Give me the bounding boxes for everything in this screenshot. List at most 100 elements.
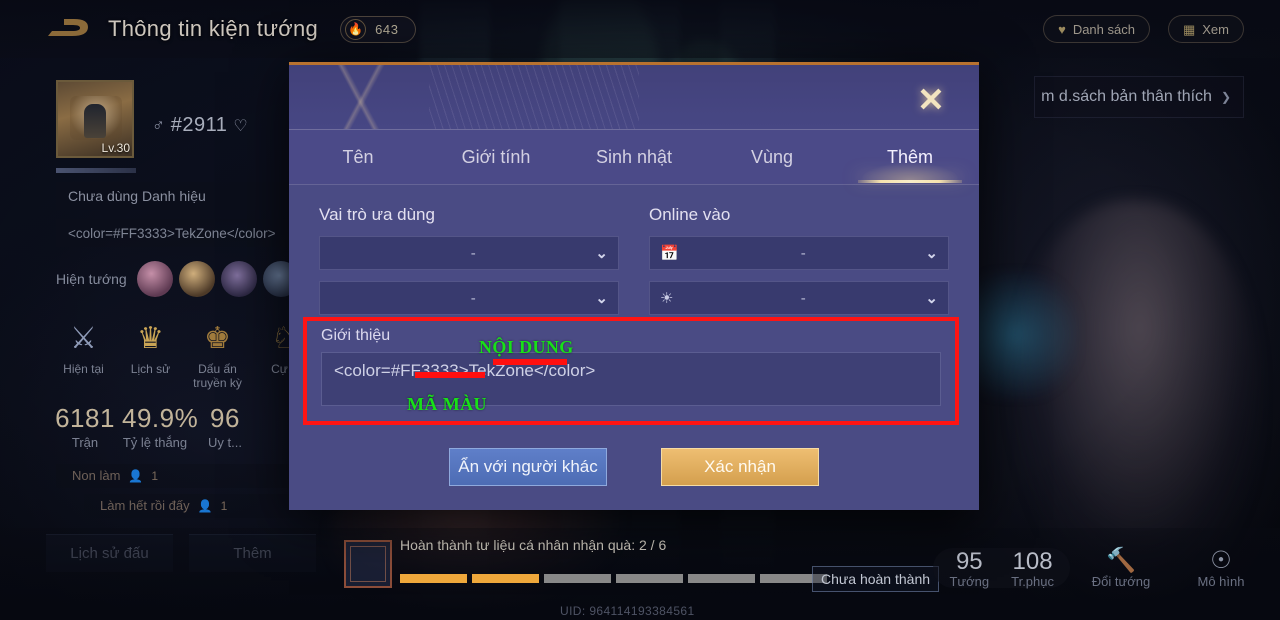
online-select-1[interactable]: 📅 - ⌄ — [649, 236, 949, 270]
role-column: Vai trò ưa dùng - ⌄ - ⌄ — [319, 205, 619, 326]
role-select-1-value: - — [470, 244, 477, 262]
avatar-level: Lv.30 — [101, 141, 130, 155]
stat-cell: 96 Uy t... — [192, 403, 258, 450]
stat-label: Uy t... — [208, 434, 242, 450]
fire-badge[interactable]: 🔥 643 — [340, 15, 416, 43]
top-bar: Thông tin kiện tướng 🔥 643 ♥ Danh sách ▦… — [0, 0, 1280, 58]
intro-highlight-box: Giới thiệu <color=#FF3333>TekZone</color… — [303, 317, 959, 425]
stat-cell: 49.9% Tỷ lệ thắng — [122, 403, 198, 450]
modal-tabs: Tên Giới tính Sinh nhật Vùng Thêm — [289, 130, 979, 184]
favorite-list-label: m d.sách bản thân thích — [1041, 88, 1212, 105]
role-select-2[interactable]: - ⌄ — [319, 281, 619, 315]
stat-cell: 6181 Trận — [52, 403, 118, 450]
bottom-right-icons: 🔨 Đổi tướng ☉ Mô hình — [1090, 546, 1252, 589]
rank-emblem-history-icon: ♛ — [137, 321, 164, 355]
intro-input[interactable]: <color=#FF3333>TekZone</color> — [321, 352, 941, 406]
tab-them[interactable]: Thêm — [841, 130, 979, 184]
uid-text: UID: 964114193384561 — [560, 604, 695, 618]
tab-label: Giới tính — [461, 146, 531, 167]
rank-cell[interactable]: ⚔ Hiện tại — [52, 315, 115, 391]
back-arrow-icon[interactable] — [42, 14, 94, 44]
calendar-icon: 📅 — [660, 245, 679, 262]
role-label: Vai trò ưa dùng — [319, 205, 435, 224]
progress-segment — [688, 574, 755, 583]
hero-avatar[interactable] — [220, 261, 257, 297]
model-button[interactable]: ☉ Mô hình — [1190, 546, 1252, 589]
list-button[interactable]: ♥ Danh sách — [1043, 15, 1150, 43]
bottom-stat-cell: 108 Tr.phục — [1011, 548, 1054, 589]
quest-progress-bar — [400, 574, 827, 583]
swap-hero-label: Đổi tướng — [1091, 574, 1151, 589]
note-row: Non làm 👤 1 — [56, 463, 300, 488]
model-icon: ☉ — [1210, 547, 1232, 574]
note-count: 1 — [220, 498, 228, 513]
person-icon: 👤 — [197, 498, 213, 513]
view-button[interactable]: ▦ Xem — [1167, 15, 1244, 43]
heart-icon: ♥ — [1058, 21, 1066, 37]
progress-segment — [616, 574, 683, 583]
chevron-down-icon: ⌄ — [595, 290, 608, 307]
tab-sinh-nhat[interactable]: Sinh nhật — [565, 130, 703, 184]
profile-edit-modal: ✕ Tên Giới tính Sinh nhật Vùng Thêm Vai … — [289, 62, 979, 510]
tab-gioi-tinh[interactable]: Giới tính — [427, 130, 565, 184]
tab-vung[interactable]: Vùng — [703, 130, 841, 184]
player-id-row: ♂ #2911 ♡ — [152, 114, 248, 137]
profile-stats-row: 6181 Trận 49.9% Tỷ lệ thắng 96 Uy t... — [52, 403, 316, 450]
top-bar-actions: ♥ Danh sách ▦ Xem — [1043, 15, 1244, 43]
form-grid: Vai trò ưa dùng - ⌄ - ⌄ Online vào 📅 - ⌄ — [319, 205, 949, 326]
quest-text: Hoàn thành tư liệu cá nhân nhận quà: 2 /… — [400, 537, 667, 553]
rank-label: Dấu ấn truyền kỳ — [193, 362, 242, 390]
avatar[interactable]: Lv.30 — [56, 80, 134, 158]
stat-label: Trận — [71, 434, 99, 450]
rank-emblem-legend-icon: ♚ — [204, 321, 231, 355]
stat-value: 6181 — [55, 402, 115, 433]
fire-icon: 🔥 — [345, 18, 367, 40]
swap-hero-button[interactable]: 🔨 Đổi tướng — [1090, 546, 1152, 589]
online-select-2-value: - — [800, 289, 807, 307]
tab-ten[interactable]: Tên — [289, 130, 427, 184]
stat-label: Tỷ lệ thắng — [122, 434, 188, 450]
hero-avatar[interactable] — [178, 261, 215, 297]
note-row: Làm hết rồi đấy 👤 1 — [84, 493, 300, 518]
list-button-label: Danh sách — [1072, 21, 1135, 37]
role-select-1[interactable]: - ⌄ — [319, 236, 619, 270]
profile-panel: Lv.30 ♂ #2911 ♡ Chưa dùng Danh hiệu <col… — [0, 58, 316, 572]
note-text: Non làm — [72, 468, 121, 484]
bottom-right-stats: 95 Tướng 108 Tr.phục — [933, 547, 1070, 589]
hero-avatar[interactable] — [136, 261, 173, 297]
bottom-stat-value: 108 — [1012, 547, 1053, 575]
modal-footer: Ẩn với người khác Xác nhận — [289, 448, 979, 486]
tab-label: Thêm — [886, 146, 933, 167]
sun-icon: ☀ — [660, 290, 674, 307]
profile-progress-bar — [56, 168, 136, 173]
incomplete-status-button[interactable]: Chưa hoàn thành — [812, 566, 940, 592]
rank-label: Lịch sử — [130, 362, 171, 376]
bottom-stat-value: 95 — [955, 547, 983, 575]
player-id: #2911 — [170, 114, 228, 136]
online-label: Online vào — [649, 205, 731, 224]
online-select-1-value: - — [800, 244, 807, 262]
bottom-stat-label: Tướng — [949, 573, 990, 589]
page-title: Thông tin kiện tướng — [108, 16, 319, 41]
chevron-down-icon: ⌄ — [925, 290, 938, 307]
online-select-2[interactable]: ☀ - ⌄ — [649, 281, 949, 315]
model-label: Mô hình — [1197, 574, 1245, 589]
confirm-button[interactable]: Xác nhận — [661, 448, 819, 486]
chevron-down-icon: ⌄ — [925, 245, 938, 262]
bottom-bar: Hoàn thành tư liệu cá nhân nhận quà: 2 /… — [0, 528, 1280, 620]
profile-title-row[interactable]: Chưa dùng Danh hiệu — [56, 182, 292, 210]
bottom-stat-label: Tr.phục — [1011, 573, 1054, 589]
close-icon[interactable]: ✕ — [915, 83, 947, 116]
rank-cell[interactable]: ♚ Dấu ấn truyền kỳ — [186, 315, 249, 391]
rank-emblem-row: ⚔ Hiện tại ♛ Lịch sử ♚ Dấu ấn truyền kỳ … — [52, 315, 316, 391]
role-select-2-value: - — [470, 289, 477, 307]
favorite-list-strip[interactable]: m d.sách bản thân thích ❯ — [1034, 76, 1244, 118]
tab-label: Vùng — [750, 146, 794, 167]
profile-intro-row[interactable]: <color=#FF3333>TekZone</color> — [56, 219, 292, 247]
quest-frame-icon[interactable] — [344, 540, 392, 588]
rank-cell[interactable]: ♛ Lịch sử — [119, 315, 182, 391]
hide-from-others-button[interactable]: Ẩn với người khác — [449, 448, 607, 486]
progress-segment — [472, 574, 539, 583]
favorite-heroes-row: Hiện tướng — [56, 261, 316, 297]
male-symbol-icon: ♂ — [152, 115, 165, 135]
